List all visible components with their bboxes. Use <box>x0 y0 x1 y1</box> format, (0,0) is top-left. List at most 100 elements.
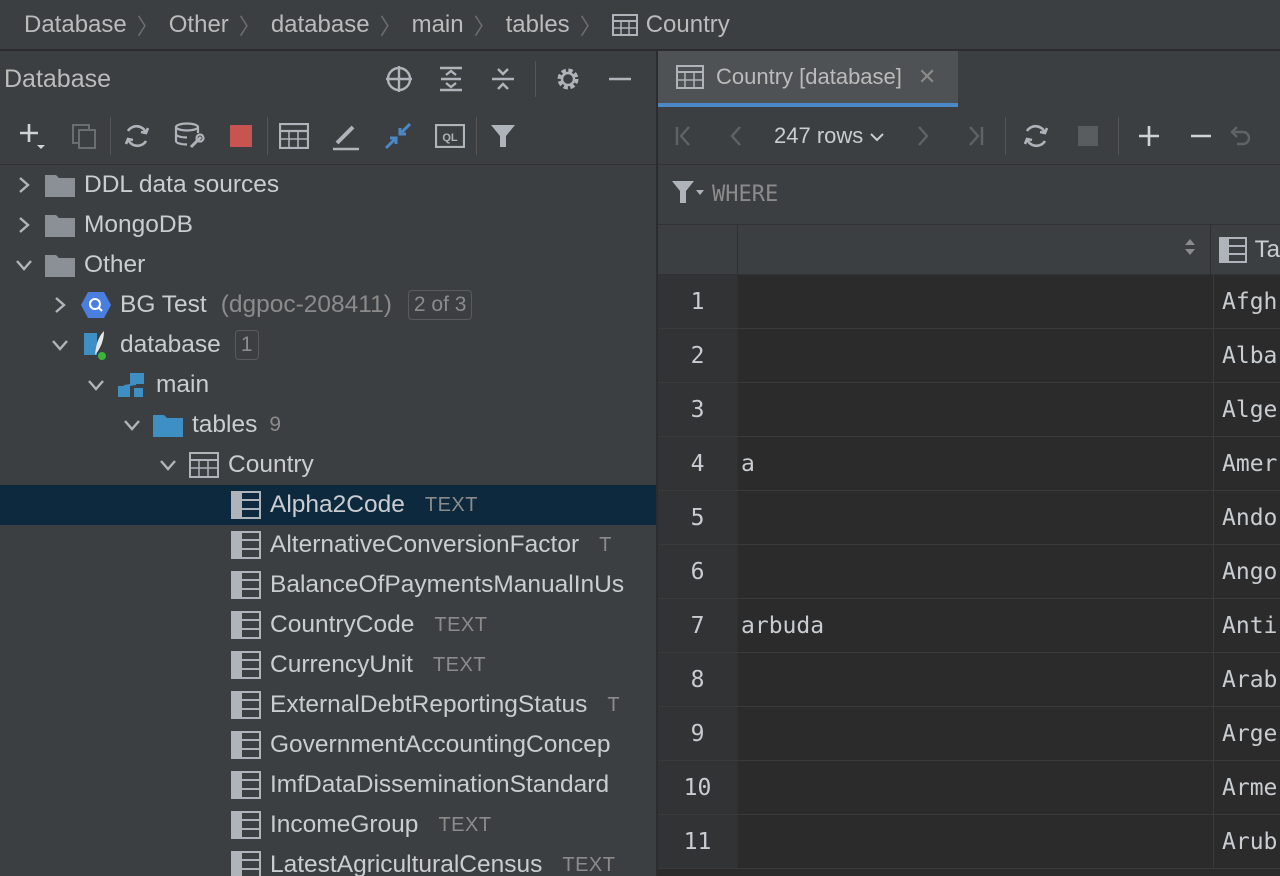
table-row[interactable]: 4 a Amer <box>658 437 1280 491</box>
tree-node-column[interactable]: CountryCode TEXT <box>0 605 656 645</box>
breadcrumb-item-other[interactable]: Other <box>169 11 229 39</box>
where-filter-input[interactable]: WHERE <box>712 182 778 207</box>
stop-icon[interactable] <box>215 107 267 165</box>
table-cell[interactable] <box>738 491 1214 544</box>
filter-icon[interactable] <box>670 178 704 211</box>
tree-node-column[interactable]: GovernmentAccountingConcep <box>0 725 656 765</box>
chevron-down-icon[interactable] <box>78 378 114 392</box>
query-console-icon[interactable]: QL <box>424 107 476 165</box>
add-icon[interactable] <box>6 107 58 165</box>
table-cell[interactable]: Arub <box>1214 815 1280 868</box>
filter-icon[interactable] <box>477 107 529 165</box>
last-page-icon[interactable] <box>949 107 1001 165</box>
tree-node-column[interactable]: BalanceOfPaymentsManualInUs <box>0 565 656 605</box>
column-header[interactable]: Ta <box>1211 236 1280 264</box>
chevron-right-icon[interactable] <box>42 295 78 315</box>
table-cell[interactable] <box>738 815 1214 868</box>
tree-node-mongodb[interactable]: MongoDB <box>0 205 656 245</box>
minimize-icon[interactable] <box>594 51 646 107</box>
table-editor-icon[interactable] <box>268 107 320 165</box>
table-row[interactable]: 5 Ando <box>658 491 1280 545</box>
delete-row-icon[interactable] <box>1175 107 1227 165</box>
table-row[interactable]: 7 arbuda Anti <box>658 599 1280 653</box>
gear-icon[interactable] <box>542 51 594 107</box>
tree-node-column[interactable]: AlternativeConversionFactor T <box>0 525 656 565</box>
table-cell[interactable]: Ando <box>1214 491 1280 544</box>
rows-count-dropdown[interactable]: 247 rows <box>762 123 897 149</box>
tree-node-column[interactable]: ImfDataDisseminationStandard <box>0 765 656 805</box>
tree-node-column[interactable]: ExternalDebtReportingStatus T <box>0 685 656 725</box>
table-cell[interactable] <box>738 383 1214 436</box>
table-cell[interactable]: Afgh <box>1214 275 1280 328</box>
tree-node-tables[interactable]: tables 9 <box>0 405 656 445</box>
edit-icon[interactable] <box>320 107 372 165</box>
chevron-right-icon[interactable] <box>6 175 42 195</box>
tree-node-column[interactable]: IncomeGroup TEXT <box>0 805 656 845</box>
tree-node-column[interactable]: CurrencyUnit TEXT <box>0 645 656 685</box>
jump-to-source-icon[interactable] <box>372 107 424 165</box>
stop-icon[interactable] <box>1062 107 1114 165</box>
chevron-down-icon[interactable] <box>42 338 78 352</box>
breadcrumb-item-database[interactable]: Database <box>24 11 127 39</box>
refresh-icon[interactable] <box>111 107 163 165</box>
next-page-icon[interactable] <box>897 107 949 165</box>
schema-count-badge[interactable]: 1 <box>234 330 259 360</box>
previous-page-icon[interactable] <box>710 107 762 165</box>
table-row[interactable]: 6 Ango <box>658 545 1280 599</box>
table-cell[interactable]: Amer <box>1214 437 1280 490</box>
schema-settings-icon[interactable] <box>163 107 215 165</box>
table-row[interactable]: 2 Alba <box>658 329 1280 383</box>
column-header[interactable] <box>738 224 1211 275</box>
table-row[interactable]: 10 Arme <box>658 761 1280 815</box>
tree-node-database[interactable]: database 1 <box>0 325 656 365</box>
table-cell[interactable]: Anti <box>1214 599 1280 652</box>
first-page-icon[interactable] <box>658 107 710 165</box>
expand-all-icon[interactable] <box>425 51 477 107</box>
table-row[interactable]: 3 Alge <box>658 383 1280 437</box>
tree-node-ddl-data-sources[interactable]: DDL data sources <box>0 165 656 205</box>
breadcrumb-item-datasource[interactable]: database <box>271 11 370 39</box>
locate-icon[interactable] <box>373 51 425 107</box>
table-cell[interactable]: Arme <box>1214 761 1280 814</box>
table-cell[interactable]: Arge <box>1214 707 1280 760</box>
tree-node-column[interactable]: LatestAgriculturalCensus TEXT <box>0 845 656 876</box>
schema-count-badge[interactable]: 2 of 3 <box>407 290 473 320</box>
table-row[interactable]: 11 Arub <box>658 815 1280 869</box>
table-cell[interactable] <box>738 707 1214 760</box>
table-cell[interactable]: Arab <box>1214 653 1280 706</box>
revert-icon[interactable] <box>1227 107 1257 165</box>
tree-node-main-schema[interactable]: main <box>0 365 656 405</box>
chevron-down-icon[interactable] <box>6 258 42 272</box>
sort-icon[interactable] <box>1184 237 1196 262</box>
chevron-down-icon[interactable] <box>114 418 150 432</box>
database-explorer-panel: Database QL DDL data sources MongoDB Oth… <box>0 51 656 876</box>
table-cell[interactable] <box>738 761 1214 814</box>
table-row[interactable]: 8 Arab <box>658 653 1280 707</box>
tree-node-other[interactable]: Other <box>0 245 656 285</box>
chevron-down-icon[interactable] <box>150 458 186 472</box>
table-cell[interactable] <box>738 545 1214 598</box>
table-cell[interactable]: Alba <box>1214 329 1280 382</box>
table-row[interactable]: 9 Arge <box>658 707 1280 761</box>
table-cell[interactable] <box>738 653 1214 706</box>
table-cell[interactable] <box>738 275 1214 328</box>
table-cell[interactable]: Ango <box>1214 545 1280 598</box>
breadcrumb-item-country[interactable]: Country <box>611 11 730 39</box>
table-cell[interactable] <box>738 329 1214 382</box>
table-cell[interactable]: arbuda <box>738 599 1214 652</box>
tree-node-country-table[interactable]: Country <box>0 445 656 485</box>
table-cell[interactable]: a <box>738 437 1214 490</box>
collapse-all-icon[interactable] <box>477 51 529 107</box>
duplicate-icon[interactable] <box>58 107 110 165</box>
add-row-icon[interactable] <box>1123 107 1175 165</box>
table-row[interactable]: 1 Afgh <box>658 275 1280 329</box>
breadcrumb-item-schema[interactable]: main <box>412 11 464 39</box>
refresh-icon[interactable] <box>1010 107 1062 165</box>
tab-country[interactable]: Country [database] ✕ <box>658 51 958 107</box>
tree-node-column[interactable]: Alpha2Code TEXT <box>0 485 656 525</box>
breadcrumb-item-tables[interactable]: tables <box>506 11 570 39</box>
table-cell[interactable]: Alge <box>1214 383 1280 436</box>
chevron-right-icon[interactable] <box>6 215 42 235</box>
close-icon[interactable]: ✕ <box>918 64 936 90</box>
tree-node-bg-test[interactable]: BG Test (dgpoc-208411) 2 of 3 <box>0 285 656 325</box>
